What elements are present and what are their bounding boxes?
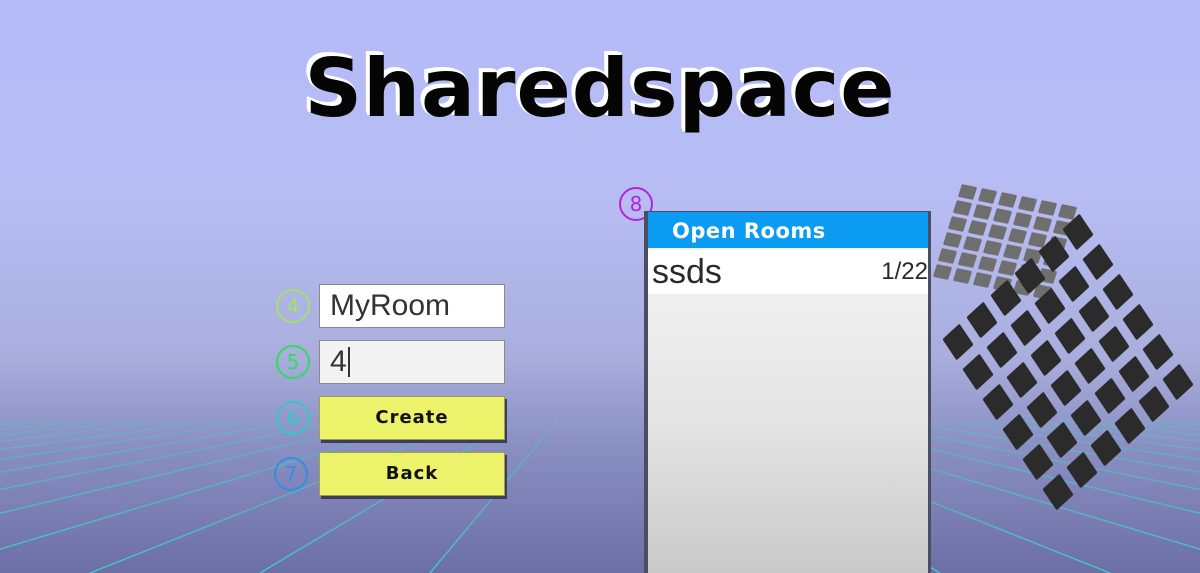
create-button[interactable]: Create [319, 396, 505, 440]
open-rooms-header: Open Rooms [648, 212, 928, 248]
room-list-item[interactable]: ssds 1/22 [648, 250, 928, 294]
callout-6: 6 [276, 401, 310, 435]
room-name-input[interactable]: MyRoom [319, 284, 505, 328]
back-button[interactable]: Back [319, 452, 505, 496]
room-player-count: 1/22 [881, 258, 928, 285]
callout-4: 4 [276, 289, 310, 323]
callout-7: 7 [274, 457, 308, 491]
room-name: ssds [652, 253, 722, 291]
room-name-value: MyRoom [330, 289, 451, 322]
max-players-input[interactable]: 4 [319, 340, 505, 384]
open-rooms-panel[interactable]: Open Rooms ssds 1/22 [644, 211, 931, 573]
text-caret [347, 347, 350, 377]
max-players-value: 4 [330, 345, 347, 378]
game-title: Sharedspace [304, 42, 896, 135]
callout-5: 5 [276, 345, 310, 379]
